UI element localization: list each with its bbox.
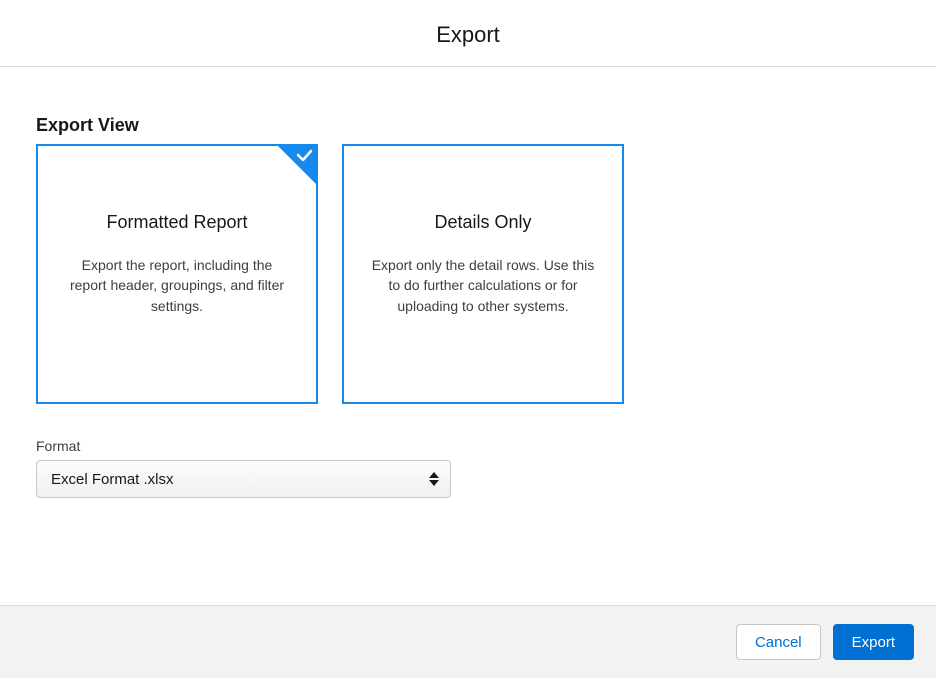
option-formatted-report[interactable]: Formatted Report Export the report, incl… [36,144,318,404]
modal-body: Export View Formatted Report Export the … [0,67,936,605]
modal-footer: Cancel Export [0,605,936,678]
format-label: Format [36,438,900,454]
check-icon [277,145,317,185]
modal-header: Export [0,0,936,67]
export-modal: Export Export View Formatted Report Expo… [0,0,936,678]
format-select-wrap: Excel Format .xlsx [36,460,451,498]
sort-icon [429,472,439,486]
export-view-heading: Export View [36,115,900,136]
cancel-button[interactable]: Cancel [736,624,821,660]
option-desc: Export only the detail rows. Use this to… [362,255,604,316]
option-title: Details Only [434,212,531,233]
option-desc: Export the report, including the report … [56,255,298,316]
option-title: Formatted Report [106,212,247,233]
format-select-value: Excel Format .xlsx [51,471,174,488]
format-field: Format Excel Format .xlsx [36,438,900,498]
modal-title: Export [0,22,936,48]
export-view-options: Formatted Report Export the report, incl… [36,144,900,404]
export-button[interactable]: Export [833,624,914,660]
option-details-only[interactable]: Details Only Export only the detail rows… [342,144,624,404]
format-select[interactable]: Excel Format .xlsx [36,460,451,498]
